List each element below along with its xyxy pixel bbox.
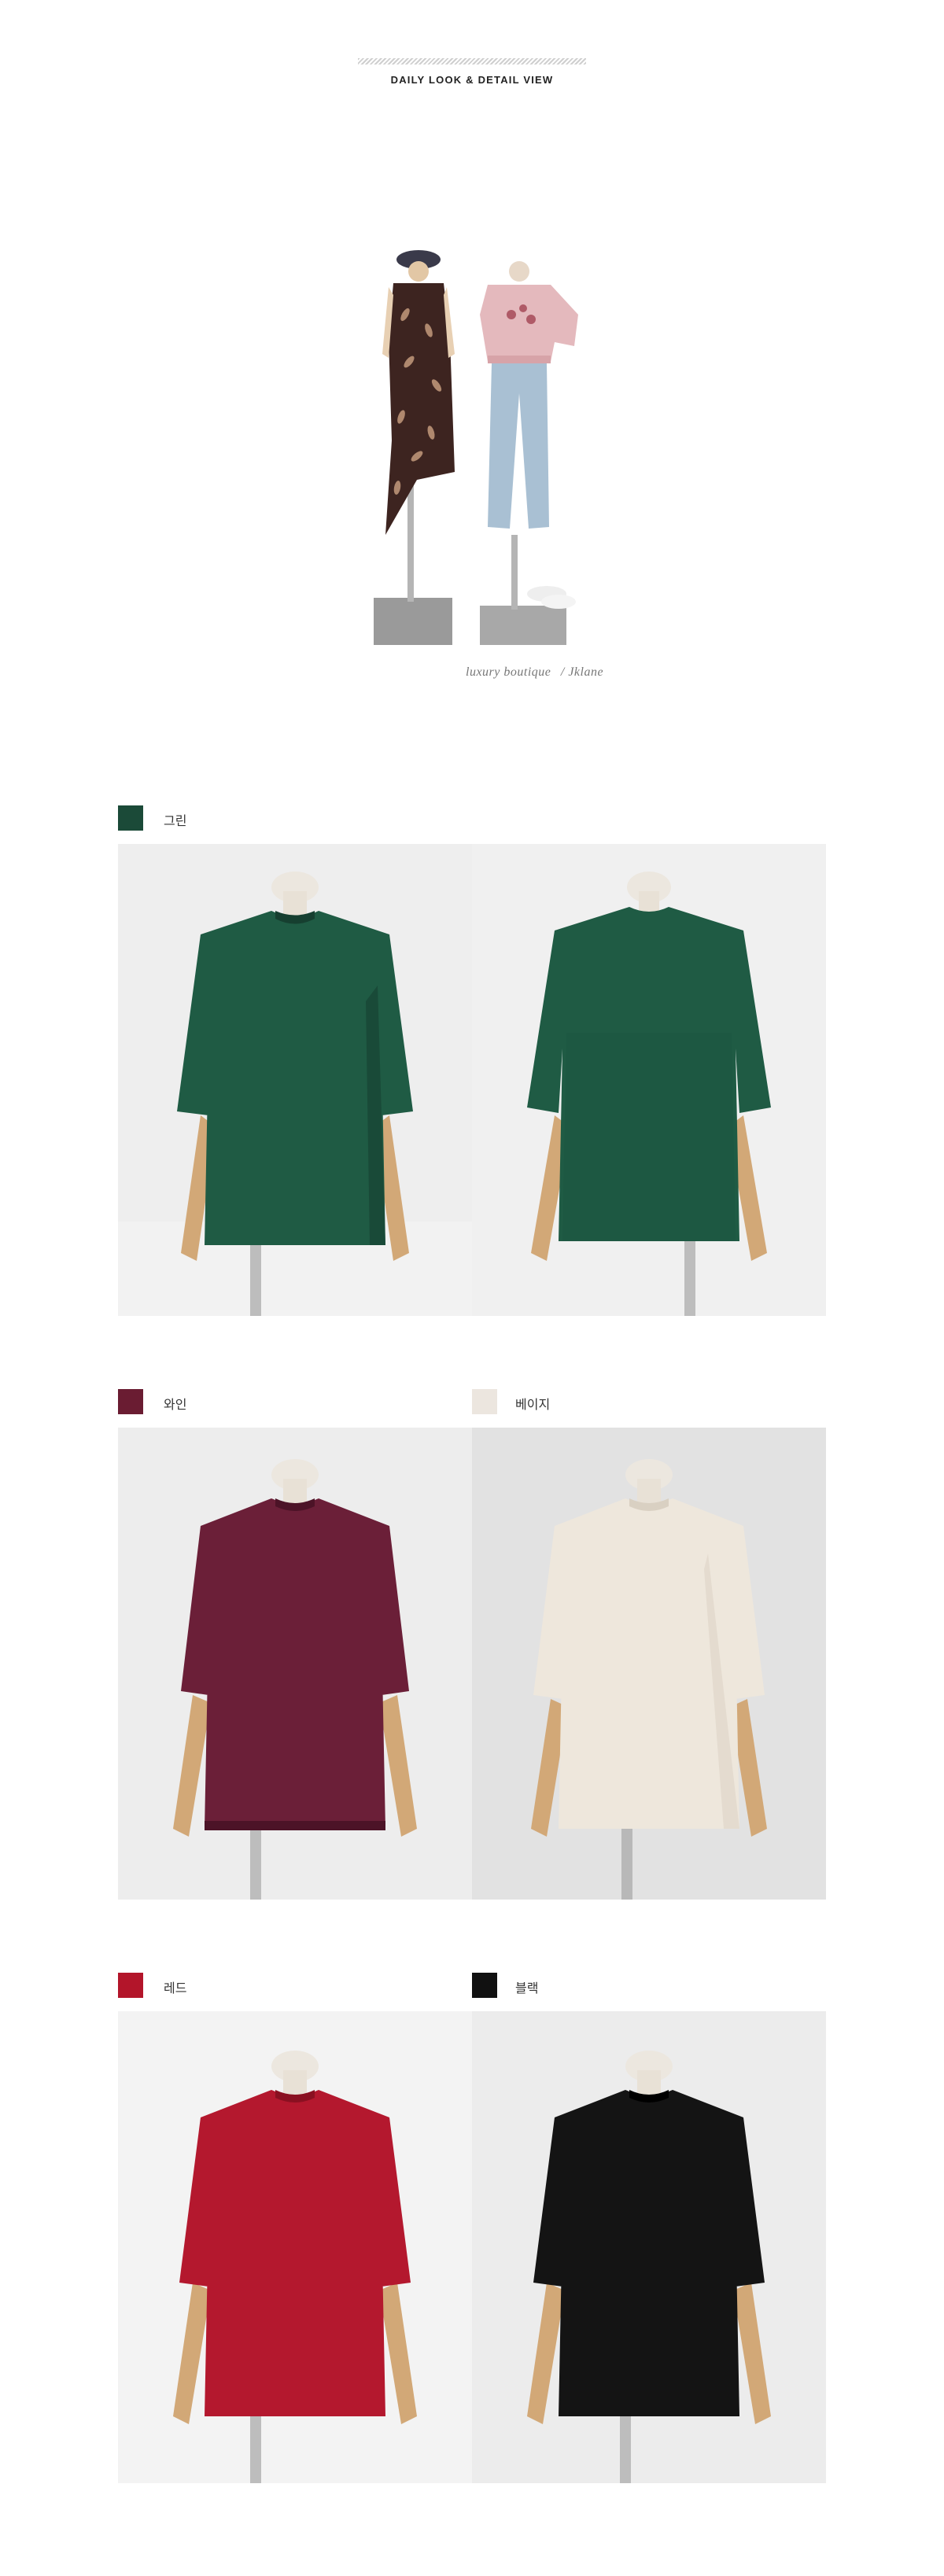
color-label-wine: 와인 <box>164 1399 187 1412</box>
color-label-green: 그린 <box>164 815 187 828</box>
color-swatch-red <box>118 1973 143 1998</box>
color-swatch-beige <box>472 1389 497 1414</box>
brand-text: luxury boutique <box>466 665 551 679</box>
mannequin-stand-base-right <box>480 606 566 645</box>
hero-look-image <box>362 236 614 661</box>
header-divider-bar <box>358 58 586 64</box>
color-swatch-black <box>472 1973 497 1998</box>
brand-signature: / Jklane <box>560 665 604 679</box>
color-label-beige: 베이지 <box>515 1399 551 1412</box>
product-photo-green-front <box>118 844 472 1316</box>
product-photo-beige <box>472 1428 826 1900</box>
color-label-black: 블랙 <box>515 1982 539 1996</box>
mannequin-stand-base-left <box>374 598 452 645</box>
product-photo-red <box>118 2011 472 2483</box>
color-swatch-wine <box>118 1389 143 1414</box>
brand-caption: luxury boutique / Jklane <box>466 665 603 680</box>
color-label-red: 레드 <box>164 1982 187 1996</box>
product-photo-green-back <box>472 844 826 1316</box>
product-photo-black <box>472 2011 826 2483</box>
section-title: DAILY LOOK & DETAIL VIEW <box>390 74 554 86</box>
product-photo-wine <box>118 1428 472 1900</box>
color-swatch-green <box>118 805 143 831</box>
